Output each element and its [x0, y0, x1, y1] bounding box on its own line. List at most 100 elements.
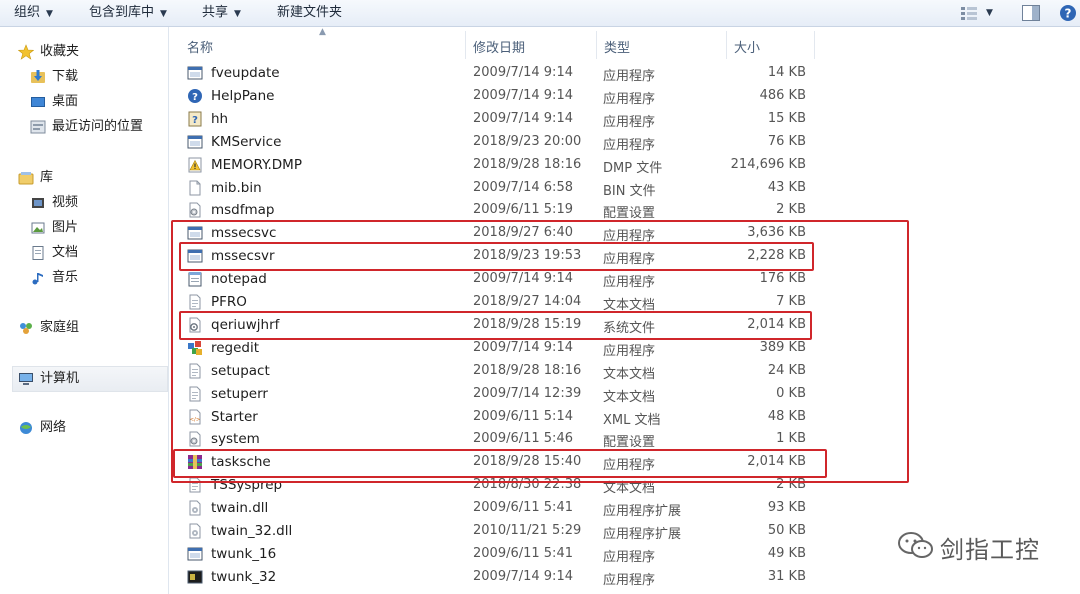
column-divider[interactable]	[596, 31, 597, 59]
file-date: 2009/7/14 9:14	[473, 110, 573, 126]
column-header-type[interactable]: 类型	[604, 37, 630, 56]
column-divider[interactable]	[814, 31, 815, 59]
chevron-down-icon[interactable]: ▼	[986, 3, 1000, 23]
nav-network-label: 网络	[40, 420, 67, 435]
view-icon[interactable]	[958, 3, 980, 23]
file-row[interactable]: fveupdate 2009/7/14 9:14 应用程序 14 KB	[183, 62, 823, 84]
file-name: regedit	[211, 339, 260, 356]
file-date: 2009/7/14 9:14	[473, 87, 573, 103]
file-row[interactable]: regedit 2009/7/14 9:14 应用程序 389 KB	[183, 337, 823, 359]
column-header-date[interactable]: 修改日期	[473, 37, 525, 56]
file-size: 15 KB	[767, 110, 806, 126]
file-row[interactable]: MEMORY.DMP 2018/9/28 18:16 DMP 文件 214,696 K…	[183, 154, 823, 176]
archive-app-icon	[187, 454, 203, 470]
help-app-icon: ?	[187, 88, 203, 104]
nav-item-label: 下载	[52, 69, 79, 84]
star-icon	[18, 44, 34, 60]
file-row[interactable]: </> Starter 2009/6/11 5:14 XML 文档 48 KB	[183, 406, 823, 428]
file-row[interactable]: twain.dll 2009/6/11 5:41 应用程序扩展 93 KB	[183, 497, 823, 519]
new-folder-button[interactable]: 新建文件夹	[277, 4, 342, 22]
selected-nav-highlight	[12, 366, 168, 392]
file-row[interactable]: PFRO 2018/9/27 14:04 文本文档 7 KB	[183, 291, 823, 313]
file-row[interactable]: mssecsvc 2018/9/27 6:40 应用程序 3,636 KB	[183, 222, 823, 244]
homegroup-icon	[20, 323, 32, 334]
xml-file-icon: </>	[187, 409, 203, 425]
file-size: 48 KB	[767, 408, 806, 424]
file-type: 应用程序	[603, 252, 656, 268]
file-type: 应用程序	[603, 69, 656, 84]
file-row[interactable]: msdfmap 2009/6/11 5:19 配置设置 2 KB	[183, 199, 823, 221]
nav-homegroup-label: 家庭组	[40, 320, 80, 335]
file-size: 0 KB	[776, 385, 806, 401]
file-type: BIN 文件	[603, 183, 656, 199]
file-date: 2009/7/14 9:14	[473, 271, 573, 287]
nav-item-label: 最近访问的位置	[52, 119, 144, 134]
file-type: 应用程序	[603, 91, 656, 107]
text-file-icon	[187, 477, 203, 493]
file-row[interactable]: twunk_16 2009/6/11 5:41 应用程序 49 KB	[183, 543, 823, 565]
file-date: 2018/9/28 18:16	[473, 156, 582, 172]
file-name: twain_32.dll	[211, 523, 293, 539]
file-type: 应用程序	[603, 343, 656, 359]
app-icon	[187, 248, 203, 264]
file-date: 2009/6/11 5:41	[473, 500, 573, 516]
file-row[interactable]: twain_32.dll 2010/11/21 5:29 应用程序扩展 50 KB	[183, 520, 823, 542]
file-size: 1 KB	[776, 431, 806, 447]
music-icon	[32, 273, 43, 285]
watermark-text: 剑指工控	[940, 536, 1040, 564]
file-row[interactable]: tasksche 2018/9/28 15:40 应用程序 2,014 KB	[183, 451, 823, 473]
file-size: 486 KB	[759, 87, 806, 103]
file-row[interactable]: setupact 2018/9/28 18:16 文本文档 24 KB	[183, 360, 823, 382]
column-divider[interactable]	[465, 31, 466, 59]
file-row[interactable]: TSSysprep 2018/8/30 22:38 文本文档 2 KB	[183, 474, 823, 496]
column-header-size[interactable]: 大小	[734, 37, 760, 56]
file-size: 2,014 KB	[747, 454, 806, 470]
file-type: 应用程序	[603, 572, 656, 588]
file-size: 2,014 KB	[747, 316, 806, 332]
file-date: 2018/9/28 18:16	[473, 362, 582, 378]
file-name: HelpPane	[211, 87, 275, 104]
file-row[interactable]: mssecsvr 2018/9/23 19:53 应用程序 2,228 KB	[183, 245, 823, 267]
file-size: 176 KB	[759, 271, 806, 287]
file-type: 文本文档	[603, 481, 656, 497]
file-row[interactable]: twunk_32 2009/7/14 9:14 应用程序 31 KB	[183, 566, 823, 588]
file-name: twunk_16	[211, 545, 277, 562]
file-row[interactable]: mib.bin 2009/7/14 6:58 BIN 文件 43 KB	[183, 177, 823, 199]
help-icon[interactable]: ?	[1058, 3, 1078, 23]
file-size: 24 KB	[767, 362, 806, 378]
file-type: 应用程序	[603, 137, 656, 153]
new-folder-label: 新建文件夹	[277, 5, 343, 20]
file-row[interactable]: ? hh 2009/7/14 9:14 应用程序 15 KB	[183, 108, 823, 130]
organize-menu[interactable]: 组织 ▼	[14, 4, 53, 22]
app-icon	[187, 546, 203, 562]
file-type: 应用程序扩展	[603, 504, 682, 520]
file-size: 2 KB	[776, 202, 806, 218]
chevron-down-icon: ▼	[234, 9, 241, 19]
text-file-icon	[187, 363, 203, 379]
file-date: 2009/7/14 9:14	[473, 65, 573, 80]
column-header-name[interactable]: 名称	[187, 37, 213, 56]
preview-pane-icon[interactable]	[1020, 3, 1042, 23]
share-menu[interactable]: 共享 ▼	[202, 4, 241, 22]
file-row[interactable]: notepad 2009/7/14 9:14 应用程序 176 KB	[183, 268, 823, 290]
command-bar: 组织 ▼ 包含到库中 ▼ 共享 ▼ 新建文件夹 ▼ ?	[0, 0, 1080, 27]
warning-file-icon	[187, 157, 203, 173]
file-row[interactable]: setuperr 2009/7/14 12:39 文本文档 0 KB	[183, 383, 823, 405]
file-row[interactable]: KMService 2018/9/23 20:00 应用程序 76 KB	[183, 131, 823, 153]
blank-file-icon	[187, 180, 203, 196]
file-row[interactable]: qeriuwjhrf 2018/9/28 15:19 系统文件 2,014 KB	[183, 314, 823, 336]
file-type: XML 文档	[603, 412, 661, 428]
file-size: 49 KB	[767, 545, 806, 561]
file-row[interactable]: ? HelpPane 2009/7/14 9:14 应用程序 486 KB	[183, 85, 823, 107]
file-date: 2018/9/23 19:53	[473, 248, 582, 264]
app-icon	[187, 65, 203, 81]
file-row[interactable]: system 2009/6/11 5:46 配置设置 1 KB	[183, 428, 823, 450]
file-date: 2009/6/11 5:19	[473, 202, 573, 218]
include-in-library-label: 包含到库中	[89, 5, 155, 20]
file-size: 43 KB	[767, 179, 806, 195]
file-date: 2018/9/23 20:00	[473, 133, 582, 149]
file-name: MEMORY.DMP	[211, 156, 302, 173]
include-in-library-menu[interactable]: 包含到库中 ▼	[89, 4, 167, 22]
column-divider[interactable]	[726, 31, 727, 59]
file-size: 76 KB	[767, 133, 806, 149]
